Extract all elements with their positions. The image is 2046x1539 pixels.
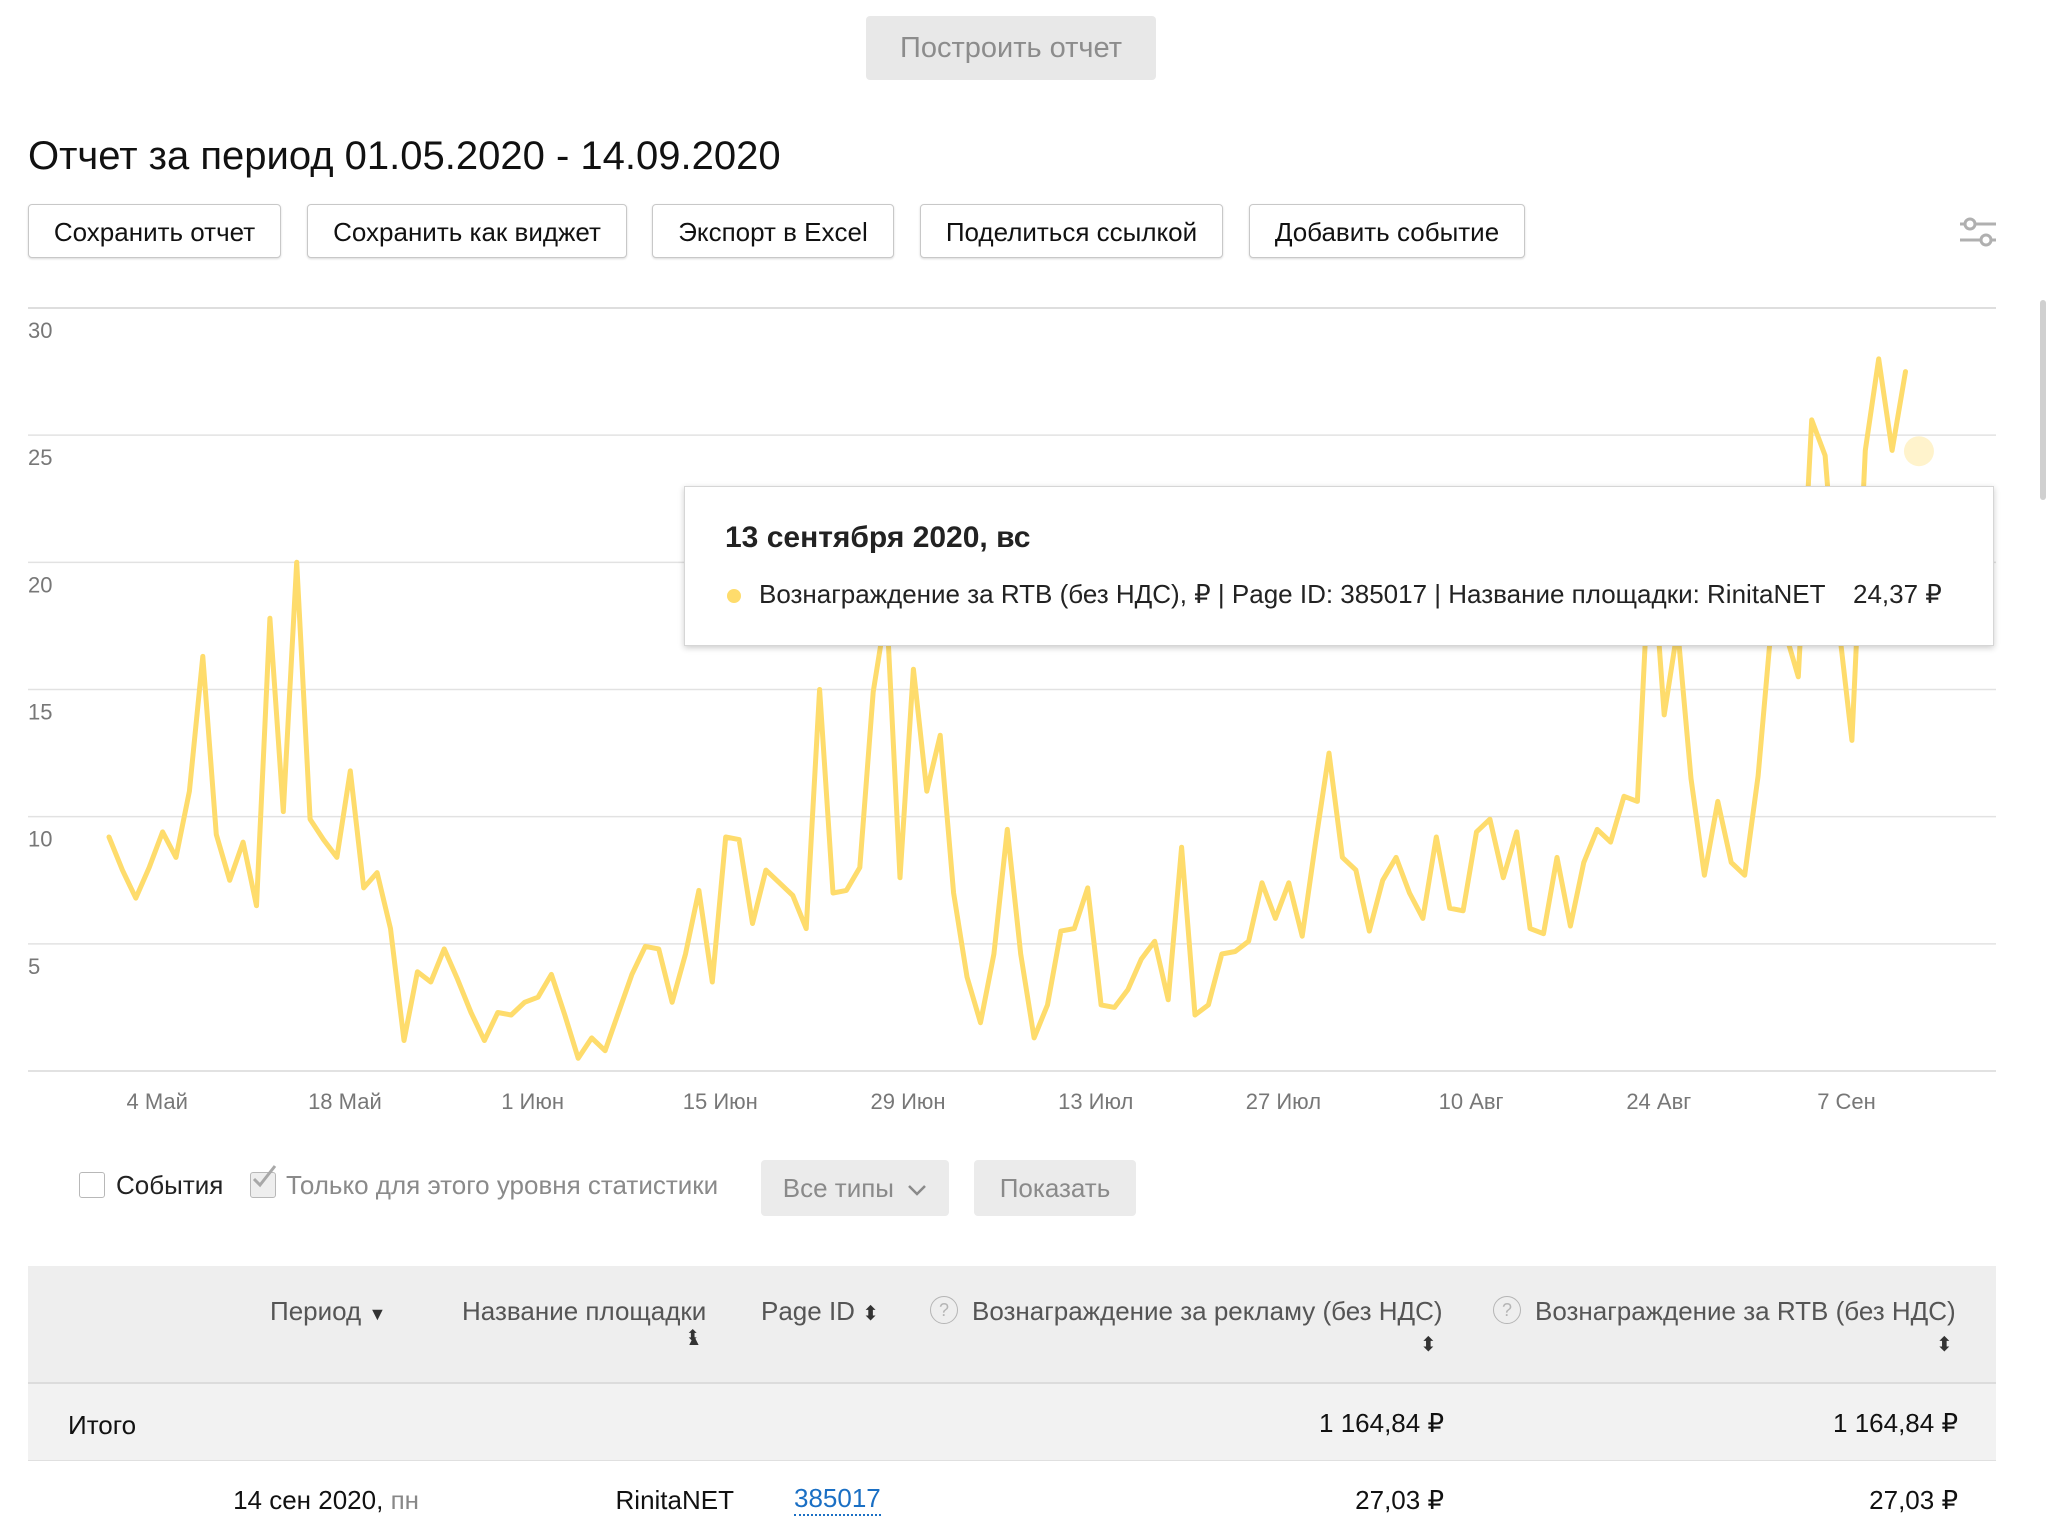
x-tick-label: 4 Май (126, 1089, 187, 1114)
events-label: События (116, 1170, 224, 1200)
save-report-button[interactable]: Сохранить отчет (28, 204, 281, 258)
y-tick-label: 15 (28, 700, 52, 725)
add-event-button[interactable]: Добавить событие (1249, 204, 1525, 258)
event-types-dropdown[interactable]: Все типы (761, 1160, 949, 1216)
rtb-reward-chart: 30 25 20 15 10 5 4 Май 18 Май 1 Июн 15 Июн 29 Июн… (28, 307, 1996, 1114)
sort-arrows-icon[interactable]: ⬍ (1936, 1332, 1953, 1357)
y-tick-label: 5 (28, 954, 40, 979)
event-types-value: Все типы (782, 1173, 894, 1203)
report-title: Отчет за период 01.05.2020 - 14.09.2020 (28, 134, 781, 178)
x-tick-label: 29 Июн (870, 1089, 945, 1114)
tooltip-date: 13 сентября 2020, вс (725, 521, 1031, 554)
settings-sliders-icon[interactable] (1958, 214, 1998, 250)
table-total-row: Итого 1 164,84 ₽ 1 164,84 ₽ (28, 1382, 1996, 1461)
x-tick-label: 27 Июл (1246, 1089, 1321, 1114)
column-header-rtb-reward[interactable]: Вознаграждение за RTB (без НДС) (1535, 1296, 1956, 1327)
y-tick-label: 30 (28, 318, 52, 343)
column-header-site-name[interactable]: Название площадки (462, 1296, 706, 1327)
help-icon[interactable]: ? (1493, 1296, 1521, 1324)
events-checkbox[interactable] (79, 1172, 105, 1198)
x-tick-label: 15 Июн (683, 1089, 758, 1114)
tooltip-series-label: Вознаграждение за RTB (без НДС), ₽ | Pag… (759, 579, 1826, 609)
build-report-button[interactable]: Построить отчет (866, 16, 1156, 80)
tooltip-value: 24,37 ₽ (1853, 579, 1942, 609)
x-tick-label: 7 Сен (1817, 1089, 1876, 1114)
this-level-label: Только для этого уровня статистики (286, 1170, 719, 1200)
sort-arrows-icon: ⬍ (862, 1303, 879, 1325)
column-header-page-id[interactable]: Page ID ⬍ (761, 1296, 879, 1327)
period-header-label: Период (270, 1296, 362, 1326)
help-icon[interactable]: ? (930, 1296, 958, 1324)
column-header-ad-reward[interactable]: Вознаграждение за рекламу (без НДС) (972, 1296, 1443, 1327)
highlight-point (1903, 436, 1934, 467)
sort-arrows-icon[interactable]: ⬍ (686, 1329, 699, 1345)
x-tick-label: 13 Июл (1058, 1089, 1133, 1114)
chevron-down-icon (908, 1185, 927, 1196)
x-tick-label: 1 Июн (501, 1089, 564, 1114)
chart-grid (28, 307, 1996, 1072)
x-axis-labels: 4 Май 18 Май 1 Июн 15 Июн 29 Июн 13 Июл 27 Июл… (126, 1089, 1875, 1114)
table-header: Период ▼ Название площадки ▲ ⬍ Page ID ⬍… (28, 1266, 1996, 1382)
show-button[interactable]: Показать (974, 1160, 1136, 1216)
table-row: 14 сен 2020, пн RinitaNET 385017 27,03 ₽… (28, 1461, 1996, 1539)
y-axis-labels: 30 25 20 15 10 5 (28, 318, 52, 979)
row-date-value: 14 сен 2020, (233, 1485, 384, 1515)
column-header-period[interactable]: Период ▼ (270, 1296, 386, 1327)
stats-table: Период ▼ Название площадки ▲ ⬍ Page ID ⬍… (28, 1266, 1996, 1539)
chart-tooltip: 13 сентября 2020, вс Вознаграждение за R… (684, 486, 1994, 646)
row-ad-reward: 27,03 ₽ (1355, 1485, 1444, 1515)
sort-down-icon: ▼ (368, 1304, 387, 1324)
y-tick-label: 25 (28, 445, 52, 470)
total-rtb-reward: 1 164,84 ₽ (1833, 1408, 1958, 1438)
row-date: 14 сен 2020, пн (233, 1485, 419, 1516)
y-tick-label: 10 (28, 827, 52, 852)
series-line-rtb-reward (106, 356, 1908, 1061)
checkmark-icon (252, 1165, 277, 1188)
row-weekday: пн (390, 1485, 419, 1515)
page-id-header-label: Page ID (761, 1296, 855, 1326)
row-page-id-link[interactable]: 385017 (794, 1483, 881, 1516)
row-site-name: RinitaNET (615, 1485, 734, 1515)
total-ad-reward: 1 164,84 ₽ (1319, 1408, 1444, 1438)
x-tick-label: 24 Авг (1626, 1089, 1691, 1114)
x-tick-label: 10 Авг (1439, 1089, 1504, 1114)
sort-arrows-icon[interactable]: ⬍ (1420, 1332, 1437, 1357)
events-controls: События Только для этого уровня статисти… (0, 1160, 2046, 1220)
tooltip-series-marker (727, 589, 741, 603)
export-excel-button[interactable]: Экспорт в Excel (652, 204, 894, 258)
save-as-widget-button[interactable]: Сохранить как виджет (307, 204, 627, 258)
share-link-button[interactable]: Поделиться ссылкой (920, 204, 1223, 258)
y-tick-label: 20 (28, 572, 52, 597)
this-level-checkbox[interactable] (250, 1165, 277, 1198)
total-label: Итого (68, 1410, 137, 1440)
row-rtb-reward: 27,03 ₽ (1869, 1485, 1958, 1515)
x-tick-label: 18 Май (308, 1089, 382, 1114)
